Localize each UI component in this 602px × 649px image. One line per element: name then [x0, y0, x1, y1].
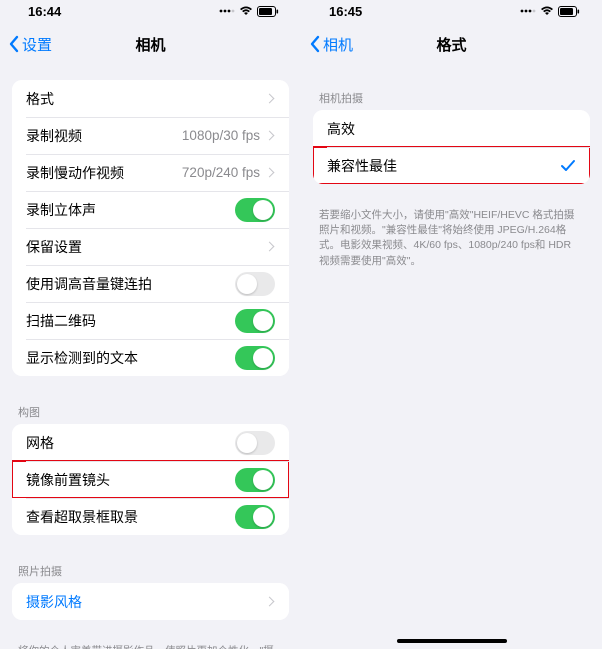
- cellular-dots-icon: [520, 6, 536, 16]
- row-record-video[interactable]: 录制视频 1080p/30 fps: [12, 117, 289, 154]
- row-photo-styles[interactable]: 摄影风格: [12, 583, 289, 620]
- stereo-switch[interactable]: [235, 198, 275, 222]
- row-detail: 720p/240 fps: [182, 165, 260, 180]
- row-label: 网格: [26, 433, 235, 453]
- formats-content: 相机拍摄 高效 兼容性最佳 若要缩小文件大小，请使用"高效"HEIF/HEVC …: [301, 66, 602, 649]
- chevron-right-icon: [265, 131, 275, 141]
- group-photo-capture: 摄影风格: [12, 583, 289, 620]
- volume-burst-switch[interactable]: [235, 272, 275, 296]
- footer-formats: 若要缩小文件大小，请使用"高效"HEIF/HEVC 格式拍摄照片和视频。"兼容性…: [301, 202, 602, 271]
- row-detail: 1080p/30 fps: [182, 128, 260, 143]
- row-label: 保留设置: [26, 237, 266, 257]
- battery-icon: [558, 6, 580, 17]
- group-header-composition: 构图: [0, 394, 301, 424]
- status-bar: 16:45: [301, 0, 602, 22]
- row-detected-text: 显示检测到的文本: [12, 339, 289, 376]
- back-button[interactable]: 相机: [309, 34, 353, 55]
- row-label: 高效: [327, 119, 576, 139]
- row-label: 摄影风格: [26, 592, 266, 612]
- row-most-compatible[interactable]: 兼容性最佳: [313, 147, 590, 184]
- formats-pane: 16:45 相机 格式 相机拍摄 高效: [301, 0, 602, 649]
- settings-content: 格式 录制视频 1080p/30 fps 录制慢动作视频 720p/240 fp…: [0, 66, 301, 649]
- back-label: 设置: [22, 34, 52, 55]
- status-icons: [520, 6, 580, 17]
- detected-text-switch[interactable]: [235, 346, 275, 370]
- footer-photo-styles: 将你的个人审美带进摄影作品，使照片更加个性化。"摄影风格"使用先进的场景理解技术…: [0, 638, 301, 649]
- back-label: 相机: [323, 34, 353, 55]
- chevron-right-icon: [265, 597, 275, 607]
- status-time: 16:44: [28, 4, 61, 19]
- wifi-icon: [540, 6, 554, 16]
- group-composition: 网格 镜像前置镜头 查看超取景框取景: [12, 424, 289, 535]
- row-view-outside: 查看超取景框取景: [12, 498, 289, 535]
- row-label: 格式: [26, 89, 266, 109]
- chevron-right-icon: [265, 94, 275, 104]
- view-outside-switch[interactable]: [235, 505, 275, 529]
- chevron-right-icon: [265, 168, 275, 178]
- nav-bar: 相机 格式: [301, 22, 602, 66]
- row-preserve[interactable]: 保留设置: [12, 228, 289, 265]
- nav-bar: 设置 相机: [0, 22, 301, 66]
- group-header-camera-capture: 相机拍摄: [301, 80, 602, 110]
- scan-qr-switch[interactable]: [235, 309, 275, 333]
- camera-settings-pane: 16:44 设置 相机 格式: [0, 0, 301, 649]
- row-volume-burst: 使用调高音量键连拍: [12, 265, 289, 302]
- battery-icon: [257, 6, 279, 17]
- row-record-slomo[interactable]: 录制慢动作视频 720p/240 fps: [12, 154, 289, 191]
- cellular-dots-icon: [219, 6, 235, 16]
- wifi-icon: [239, 6, 253, 16]
- status-bar: 16:44: [0, 0, 301, 22]
- row-stereo: 录制立体声: [12, 191, 289, 228]
- grid-switch[interactable]: [235, 431, 275, 455]
- row-formats[interactable]: 格式: [12, 80, 289, 117]
- checkmark-icon: [560, 159, 576, 173]
- row-high-efficiency[interactable]: 高效: [313, 110, 590, 147]
- row-label: 录制立体声: [26, 200, 235, 220]
- group-formats: 高效 兼容性最佳: [313, 110, 590, 184]
- row-label: 使用调高音量键连拍: [26, 274, 235, 294]
- row-label: 扫描二维码: [26, 311, 235, 331]
- group-header-photo-capture: 照片拍摄: [0, 553, 301, 583]
- chevron-left-icon: [8, 35, 20, 53]
- back-button[interactable]: 设置: [8, 34, 52, 55]
- row-mirror-front: 镜像前置镜头: [12, 461, 289, 498]
- row-label: 显示检测到的文本: [26, 348, 235, 368]
- mirror-front-switch[interactable]: [235, 468, 275, 492]
- row-grid: 网格: [12, 424, 289, 461]
- status-time: 16:45: [329, 4, 362, 19]
- home-indicator[interactable]: [397, 639, 507, 643]
- row-label: 录制视频: [26, 126, 182, 146]
- row-label: 查看超取景框取景: [26, 507, 235, 527]
- status-icons: [219, 6, 279, 17]
- chevron-left-icon: [309, 35, 321, 53]
- group-capture: 格式 录制视频 1080p/30 fps 录制慢动作视频 720p/240 fp…: [12, 80, 289, 376]
- row-label: 录制慢动作视频: [26, 163, 182, 183]
- row-label: 兼容性最佳: [327, 156, 560, 176]
- row-label: 镜像前置镜头: [26, 470, 235, 490]
- row-scan-qr: 扫描二维码: [12, 302, 289, 339]
- chevron-right-icon: [265, 242, 275, 252]
